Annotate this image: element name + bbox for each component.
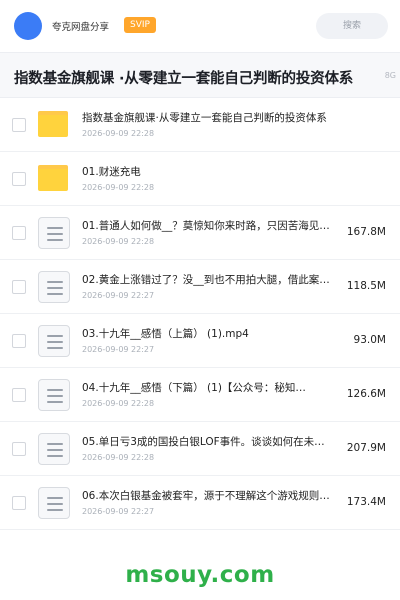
- svip-badge: SVIP: [124, 17, 156, 33]
- file-row[interactable]: 05.单日亏3成的国投白银LOF事件。谈谈如何在未… 2026-09-09 22:…: [0, 422, 400, 476]
- file-row[interactable]: 指数基金旗舰课·从零建立一套能自己判断的投资体系 2026-09-09 22:28: [0, 98, 400, 152]
- select-checkbox[interactable]: [12, 172, 26, 186]
- page-title: 指数基金旗舰课 ·从零建立一套能自己判断的投资体系: [14, 71, 354, 87]
- file-row[interactable]: 04.十九年__感悟（下篇） (1)【公众号：秘知… 2026-09-09 22:…: [0, 368, 400, 422]
- total-size: 8G: [384, 71, 396, 80]
- avatar[interactable]: [14, 12, 42, 40]
- select-checkbox[interactable]: [12, 442, 26, 456]
- file-row[interactable]: 06.本次白银基金被套牢，源于不理解这个游戏规则。… 2026-09-09 22:…: [0, 476, 400, 530]
- file-date: 2026-09-09 22:28: [82, 129, 155, 138]
- select-checkbox[interactable]: [12, 280, 26, 294]
- file-name: 01.财迷充电: [82, 166, 141, 178]
- file-name: 02.黄金上涨错过了？没__到也不用拍大腿，借此案…: [82, 274, 330, 286]
- file-name: 指数基金旗舰课·从零建立一套能自己判断的投资体系: [82, 112, 327, 124]
- file-name: 06.本次白银基金被套牢，源于不理解这个游戏规则。…: [82, 490, 338, 502]
- select-checkbox[interactable]: [12, 496, 26, 510]
- file-size: 126.6M: [346, 388, 386, 400]
- document-icon: [38, 325, 70, 357]
- document-icon: [38, 487, 70, 519]
- file-date: 2026-09-09 22:27: [82, 345, 155, 354]
- file-size: 207.9M: [346, 442, 386, 454]
- document-icon: [38, 271, 70, 303]
- document-icon: [38, 217, 70, 249]
- file-date: 2026-09-09 22:28: [82, 453, 155, 462]
- file-name: 01.普通人如何做__？莫惊知你来时路，只因苦海见…: [82, 220, 330, 232]
- file-name: 04.十九年__感悟（下篇） (1)【公众号：秘知…: [82, 382, 306, 394]
- select-checkbox[interactable]: [12, 118, 26, 132]
- file-list: 指数基金旗舰课·从零建立一套能自己判断的投资体系 2026-09-09 22:28…: [0, 98, 400, 530]
- file-date: 2026-09-09 22:27: [82, 507, 155, 516]
- file-row[interactable]: 03.十九年__感悟（上篇） (1).mp4 2026-09-09 22:27 93…: [0, 314, 400, 368]
- file-date: 2026-09-09 22:28: [82, 399, 155, 408]
- file-size: 167.8M: [346, 226, 386, 238]
- file-date: 2026-09-09 22:28: [82, 237, 155, 246]
- app-header: 夸克网盘分享 SVIP 搜索: [0, 0, 400, 52]
- document-icon: [38, 379, 70, 411]
- select-checkbox[interactable]: [12, 388, 26, 402]
- file-row[interactable]: 02.黄金上涨错过了？没__到也不用拍大腿，借此案… 2026-09-09 22:…: [0, 260, 400, 314]
- folder-icon: [38, 109, 70, 141]
- select-checkbox[interactable]: [12, 334, 26, 348]
- file-date: 2026-09-09 22:27: [82, 291, 155, 300]
- file-name: 05.单日亏3成的国投白银LOF事件。谈谈如何在未…: [82, 436, 325, 448]
- file-size: 93.0M: [353, 334, 386, 346]
- file-size: 118.5M: [346, 280, 386, 292]
- file-row[interactable]: 01.财迷充电 2026-09-09 22:28: [0, 152, 400, 206]
- title-bar: 指数基金旗舰课 ·从零建立一套能自己判断的投资体系 8G: [0, 52, 400, 98]
- user-name: 夸克网盘分享: [52, 22, 110, 33]
- folder-icon: [38, 163, 70, 195]
- search-input[interactable]: 搜索: [316, 13, 388, 39]
- document-icon: [38, 433, 70, 465]
- select-checkbox[interactable]: [12, 226, 26, 240]
- watermark: msouy.com: [125, 562, 275, 588]
- file-size: 173.4M: [346, 496, 386, 508]
- file-date: 2026-09-09 22:28: [82, 183, 155, 192]
- file-name: 03.十九年__感悟（上篇） (1).mp4: [82, 328, 249, 340]
- file-row[interactable]: 01.普通人如何做__？莫惊知你来时路，只因苦海见… 2026-09-09 22:…: [0, 206, 400, 260]
